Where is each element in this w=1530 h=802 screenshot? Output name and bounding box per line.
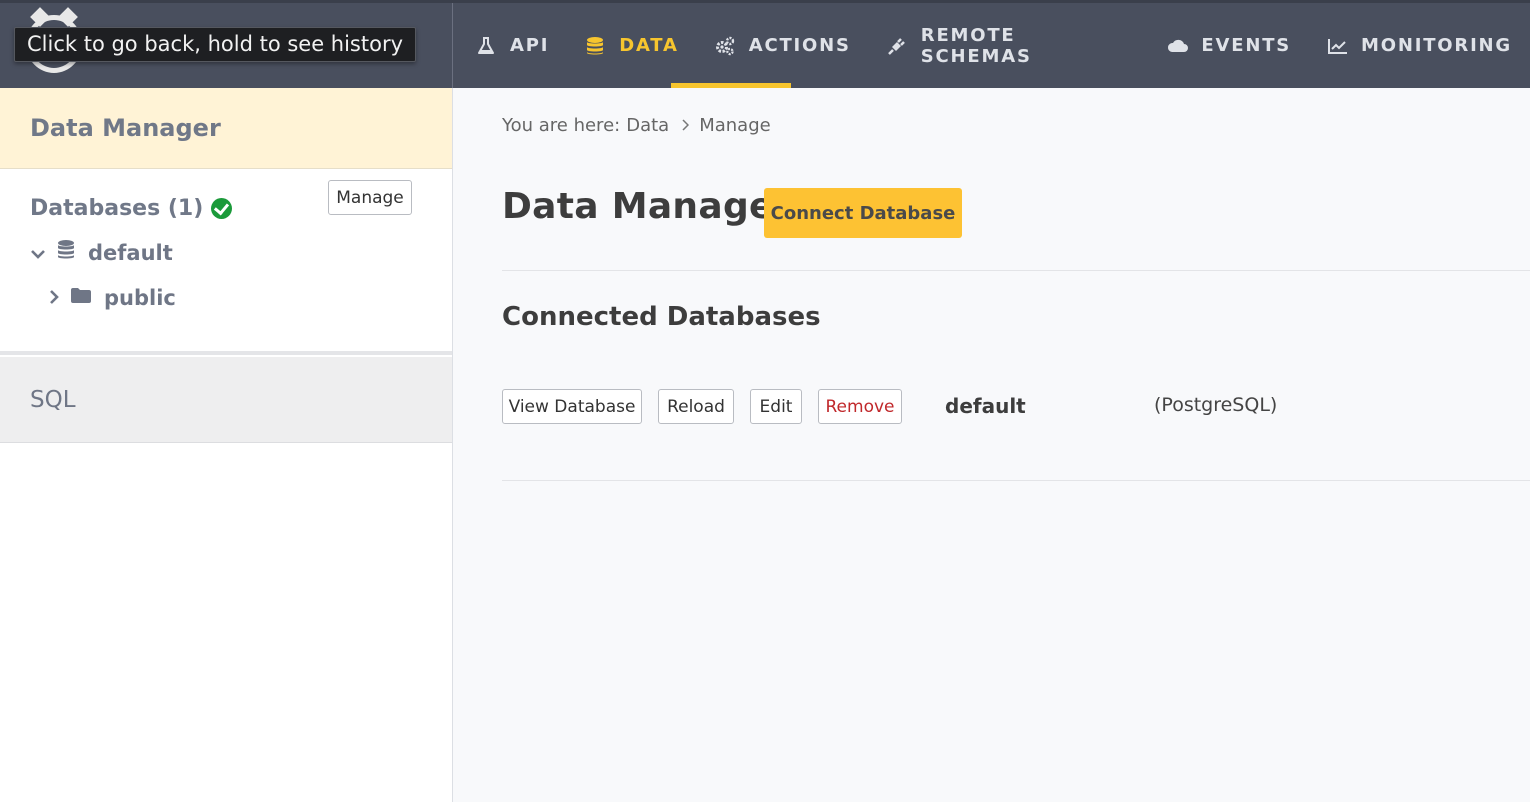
tree-item-default[interactable]: default [30,239,173,266]
breadcrumb-prefix: You are here: [502,115,621,136]
nav-remote-schemas-label: REMOTE SCHEMAS [920,24,1032,67]
nav-api[interactable]: API [454,3,567,88]
databases-panel: Databases (1) Manage default public [0,169,452,355]
nav-api-label: API [510,35,550,56]
chevron-right-icon [681,116,690,135]
view-database-button[interactable]: View Database [502,389,642,424]
breadcrumb-data-link[interactable]: Data [626,115,669,136]
nav-actions[interactable]: ACTIONS [697,3,869,88]
tree-item-public[interactable]: public [48,286,176,310]
breadcrumb-current: Manage [699,115,771,136]
chevron-down-icon[interactable] [30,241,46,265]
database-kind: (PostgreSQL) [1154,394,1278,416]
plug-icon [887,36,907,56]
main-content: You are here: Data Manage Data Manager C… [454,88,1530,802]
nav-data[interactable]: DATA [567,3,791,88]
nav-events-label: EVENTS [1201,35,1292,56]
databases-heading: Databases (1) [30,196,233,221]
sidebar-sql[interactable]: SQL [0,357,452,443]
database-icon [585,36,605,56]
database-icon [56,239,76,266]
divider [502,270,1530,271]
connect-database-button[interactable]: Connect Database [764,188,962,238]
folder-icon [70,286,92,310]
flask-icon [476,36,496,56]
page-title: Data Manager [502,186,792,227]
edit-button[interactable]: Edit [750,389,802,424]
breadcrumb: You are here: Data Manage [502,115,771,136]
logo-area: Click to go back, hold to see history [0,3,453,91]
divider [502,480,1530,481]
database-row: View Database Reload Edit Remove default… [502,389,1502,424]
nav-monitoring[interactable]: MONITORING [1309,3,1530,88]
database-name: default [945,394,1026,418]
chart-line-icon [1327,36,1348,56]
tree-db-label: default [88,240,173,265]
main-nav: API DATA ACTIONS REMOTE SCHEMAS EVENTS M… [454,3,1530,88]
check-circle-icon [211,198,233,219]
sidebar: Data Manager Databases (1) Manage defaul… [0,88,453,802]
chevron-right-icon[interactable] [48,286,60,310]
tree-schema-label: public [104,286,176,310]
nav-actions-label: ACTIONS [748,35,851,56]
reload-button[interactable]: Reload [658,389,734,424]
gears-icon [715,36,735,56]
cloud-icon [1167,36,1189,56]
top-navbar: Click to go back, hold to see history AP… [0,0,1530,91]
databases-title: Databases (1) [30,196,204,221]
nav-data-label: DATA [619,35,679,56]
remove-button[interactable]: Remove [818,389,902,424]
manage-button[interactable]: Manage [328,180,412,215]
nav-monitoring-label: MONITORING [1361,35,1512,56]
sidebar-header[interactable]: Data Manager [0,88,452,169]
section-title: Connected Databases [502,302,821,332]
back-tooltip: Click to go back, hold to see history [14,27,417,62]
nav-remote-schemas[interactable]: REMOTE SCHEMAS [869,3,1150,88]
nav-events[interactable]: EVENTS [1149,3,1309,88]
